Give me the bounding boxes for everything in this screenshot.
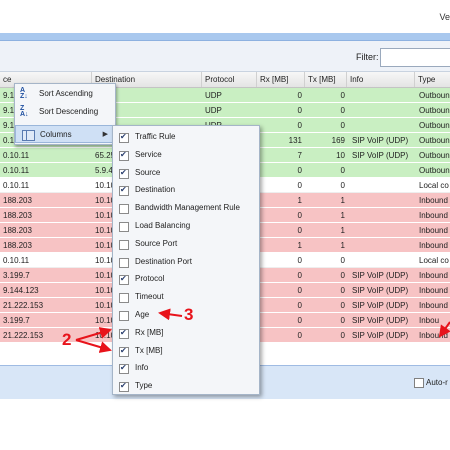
arrow-to-rx [75,327,112,341]
annotation-number-2: 2 [62,330,72,349]
arrow-to-age [158,308,183,321]
arrow-to-tx [75,339,112,353]
annotation-number-3: 3 [184,305,194,324]
annotation-arrows [75,308,450,353]
arrow-to-type [438,321,450,338]
